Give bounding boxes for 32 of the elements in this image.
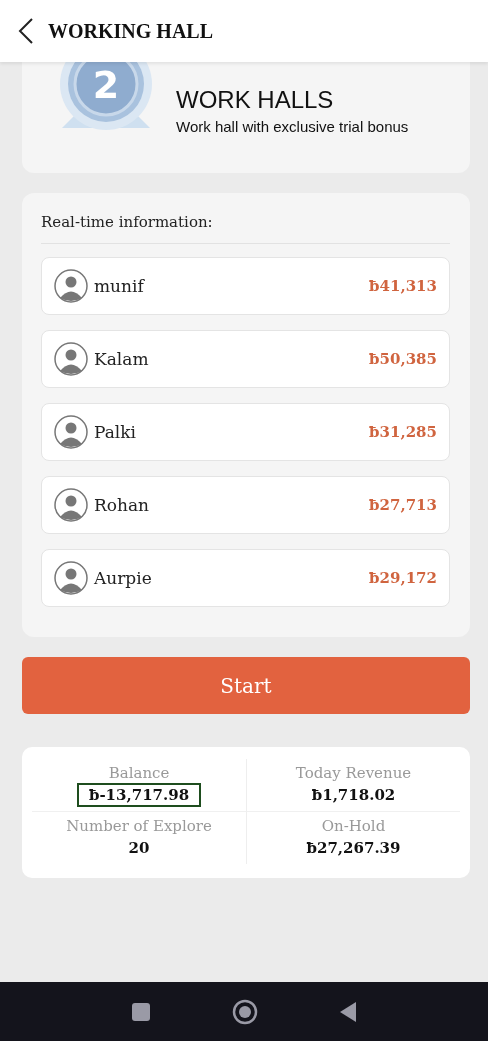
- stat-label: Balance: [108, 763, 170, 783]
- user-amount: ƀ29,172: [369, 569, 437, 587]
- stat-value: 20: [127, 838, 151, 859]
- stat-label: On-Hold: [321, 816, 386, 836]
- back-icon[interactable]: [18, 17, 34, 45]
- user-amount: ƀ27,713: [369, 496, 437, 514]
- home-icon[interactable]: [232, 998, 258, 1025]
- stat-value: ƀ1,718.02: [310, 785, 397, 806]
- avatar-icon: [54, 488, 88, 522]
- user-amount: ƀ41,313: [369, 277, 437, 295]
- section-heading: Real-time information:: [41, 213, 214, 231]
- stat-value: ƀ-13,717.98: [76, 783, 202, 807]
- user-amount: ƀ31,285: [369, 423, 437, 441]
- page-title: WORKING HALL: [48, 19, 214, 43]
- stat-label: Number of Explore: [66, 816, 212, 836]
- user-name: Aurpie: [94, 568, 152, 588]
- user-name: Kalam: [94, 349, 149, 369]
- user-amount: ƀ50,385: [369, 350, 437, 368]
- hall-subtitle: Work hall with exclusive trial bonus: [176, 118, 409, 135]
- start-button[interactable]: Start: [22, 657, 470, 714]
- back-icon[interactable]: [339, 1000, 358, 1023]
- avatar-icon: [54, 415, 88, 449]
- stat-value: ƀ27,267.39: [305, 838, 402, 859]
- hall-title: WORK HALLS: [176, 86, 335, 114]
- stat-label: Today Revenue: [295, 763, 412, 783]
- avatar-icon: [54, 561, 88, 595]
- user-name: Rohan: [94, 495, 150, 515]
- recents-icon[interactable]: [130, 1001, 151, 1022]
- avatar-icon: [54, 269, 88, 303]
- user-name: Palki: [94, 422, 136, 442]
- avatar-icon: [54, 342, 88, 376]
- user-name: munif: [94, 276, 144, 296]
